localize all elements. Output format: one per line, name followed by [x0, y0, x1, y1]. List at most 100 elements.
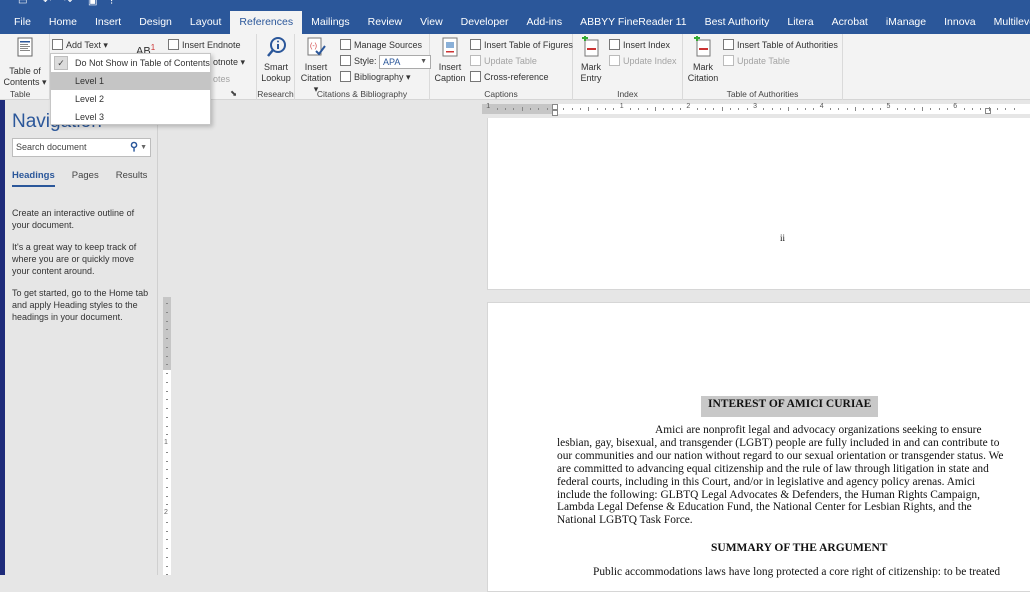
- next-footnote-button[interactable]: otnote ▾: [213, 54, 245, 70]
- insert-table-of-authorities-button[interactable]: Insert Table of Authorities: [723, 37, 838, 53]
- style-combo[interactable]: APA ▼: [379, 54, 432, 69]
- tab-mailings[interactable]: Mailings: [302, 11, 359, 34]
- nav-tab-headings[interactable]: Headings: [12, 170, 55, 187]
- ruler-tick: [166, 320, 168, 322]
- save-icon[interactable]: ▭: [18, 0, 27, 7]
- menu-item-level-2[interactable]: Level 2: [51, 90, 210, 108]
- print-preview-icon[interactable]: ▣: [88, 0, 97, 7]
- insert-endnote-button[interactable]: Insert Endnote: [168, 37, 241, 53]
- group-captions: Insert Caption Insert Table of Figures U…: [430, 34, 573, 100]
- ruler-tick: [166, 364, 168, 366]
- ruler-tick: [763, 108, 765, 110]
- insert-endnote-icon: [168, 39, 179, 50]
- redo-icon[interactable]: ↷: [64, 0, 72, 7]
- paragraph-interest[interactable]: Amici are nonprofit legal and advocacy o…: [557, 424, 1007, 527]
- tab-home[interactable]: Home: [40, 11, 86, 34]
- smart-lookup-button[interactable]: Smart Lookup: [259, 36, 293, 84]
- tab-innova[interactable]: Innova: [935, 11, 985, 34]
- ruler-tick: [938, 108, 940, 110]
- ruler-tick: [830, 108, 832, 110]
- insert-table-of-figures-button[interactable]: Insert Table of Figures: [470, 37, 573, 53]
- ruler-tick: [996, 108, 998, 110]
- ruler-tick: [738, 108, 740, 110]
- insert-citation-button[interactable]: (-) Insert Citation ▾: [298, 36, 334, 95]
- tab-view[interactable]: View: [411, 11, 452, 34]
- tab-litera[interactable]: Litera: [778, 11, 822, 34]
- style-selector[interactable]: Style: APA ▼: [340, 53, 432, 69]
- tab-multilevel-styles[interactable]: Multilevel Styles: [985, 11, 1030, 34]
- ruler-tick: [166, 460, 168, 462]
- update-index-button[interactable]: Update Index: [609, 53, 677, 69]
- heading-summary-of-argument[interactable]: SUMMARY OF THE ARGUMENT: [711, 542, 887, 554]
- paragraph-summary[interactable]: Public accommodations laws have long pro…: [593, 566, 1000, 578]
- table-of-contents-button[interactable]: Table of Contents ▾: [2, 36, 48, 88]
- update-toa-button[interactable]: Update Table: [723, 53, 790, 69]
- ruler-tick: [671, 108, 673, 110]
- insert-index-button[interactable]: Insert Index: [609, 37, 670, 53]
- undo-icon[interactable]: ↶: [43, 0, 51, 7]
- tab-references[interactable]: References: [230, 11, 303, 34]
- nav-tab-results[interactable]: Results: [116, 170, 148, 187]
- tab-developer[interactable]: Developer: [452, 11, 518, 34]
- tab-review[interactable]: Review: [359, 11, 411, 34]
- search-icon[interactable]: ⚲: [130, 139, 138, 156]
- tab-design[interactable]: Design: [130, 11, 181, 34]
- update-index-icon: [609, 55, 620, 66]
- tab-acrobat[interactable]: Acrobat: [823, 11, 877, 34]
- tab-imanage[interactable]: iManage: [877, 11, 935, 34]
- mark-entry-button[interactable]: Mark Entry: [576, 36, 606, 84]
- group-label-citations: Citations & Bibliography: [316, 89, 408, 99]
- insert-caption-button[interactable]: Insert Caption: [433, 36, 467, 84]
- ruler-tick: [166, 521, 168, 523]
- search-document-input[interactable]: Search document ⚲ ▼: [12, 138, 151, 157]
- ruler-tick: [771, 108, 773, 110]
- ruler-tick: [880, 108, 882, 110]
- group-label-toa: Table of Authorities: [726, 89, 799, 99]
- tab-insert[interactable]: Insert: [86, 11, 130, 34]
- ruler-tick: [921, 107, 923, 111]
- menu-item-do-not-show[interactable]: ✓ Do Not Show in Table of Contents: [51, 54, 210, 72]
- menu-item-level-3[interactable]: Level 3: [51, 108, 210, 126]
- ruler-tick: [496, 108, 498, 110]
- group-label-research: Research: [257, 89, 294, 99]
- manage-sources-button[interactable]: Manage Sources: [340, 37, 422, 53]
- vertical-ruler[interactable]: 12: [163, 297, 171, 576]
- tab-add-ins[interactable]: Add-ins: [518, 11, 572, 34]
- cross-reference-button[interactable]: Cross-reference: [470, 69, 549, 85]
- ruler-tick: [713, 108, 715, 110]
- menu-item-level-1[interactable]: Level 1: [51, 72, 210, 90]
- checkmark-icon: ✓: [54, 56, 68, 70]
- left-indent-marker[interactable]: [552, 110, 558, 116]
- mark-citation-button[interactable]: Mark Citation: [686, 36, 720, 84]
- ruler-label: 1: [619, 103, 624, 110]
- tab-best-authority[interactable]: Best Authority: [696, 11, 779, 34]
- table-of-figures-icon: [470, 39, 481, 50]
- group-table-of-contents: Table of Contents ▾ Table: [0, 34, 50, 100]
- nav-tab-pages[interactable]: Pages: [72, 170, 99, 187]
- ruler-label: 1: [164, 439, 168, 446]
- horizontal-ruler[interactable]: 1 1 2 3 4 5 6: [482, 103, 1030, 116]
- ruler-tick: [863, 108, 865, 110]
- ruler-tick: [513, 108, 515, 110]
- ruler-tick: [166, 434, 168, 436]
- ruler-tick: [529, 108, 531, 110]
- bibliography-icon: [340, 71, 351, 82]
- ruler-tick: [871, 108, 873, 110]
- ruler-tick: [788, 107, 790, 111]
- tab-abbyy[interactable]: ABBYY FineReader 11: [571, 11, 695, 34]
- update-table-button[interactable]: Update Table: [470, 53, 537, 69]
- ruler-tick: [655, 107, 657, 111]
- show-notes-button[interactable]: otes: [213, 71, 230, 87]
- ruler-tick: [166, 303, 168, 304]
- tab-file[interactable]: File: [0, 11, 40, 34]
- ruler-tick: [166, 425, 168, 427]
- heading-interest-of-amici[interactable]: INTEREST OF AMICI CURIAE: [701, 396, 879, 417]
- footnotes-dialog-launcher[interactable]: ⬊: [230, 88, 256, 99]
- ruler-tick: [166, 539, 168, 541]
- ruler-tick: [166, 548, 168, 549]
- bibliography-button[interactable]: Bibliography ▾: [340, 69, 411, 85]
- tab-layout[interactable]: Layout: [181, 11, 231, 34]
- customize-icon[interactable]: ⁝: [110, 0, 113, 7]
- ruler-tick: [930, 108, 932, 110]
- search-options-chevron-icon[interactable]: ▼: [140, 139, 147, 156]
